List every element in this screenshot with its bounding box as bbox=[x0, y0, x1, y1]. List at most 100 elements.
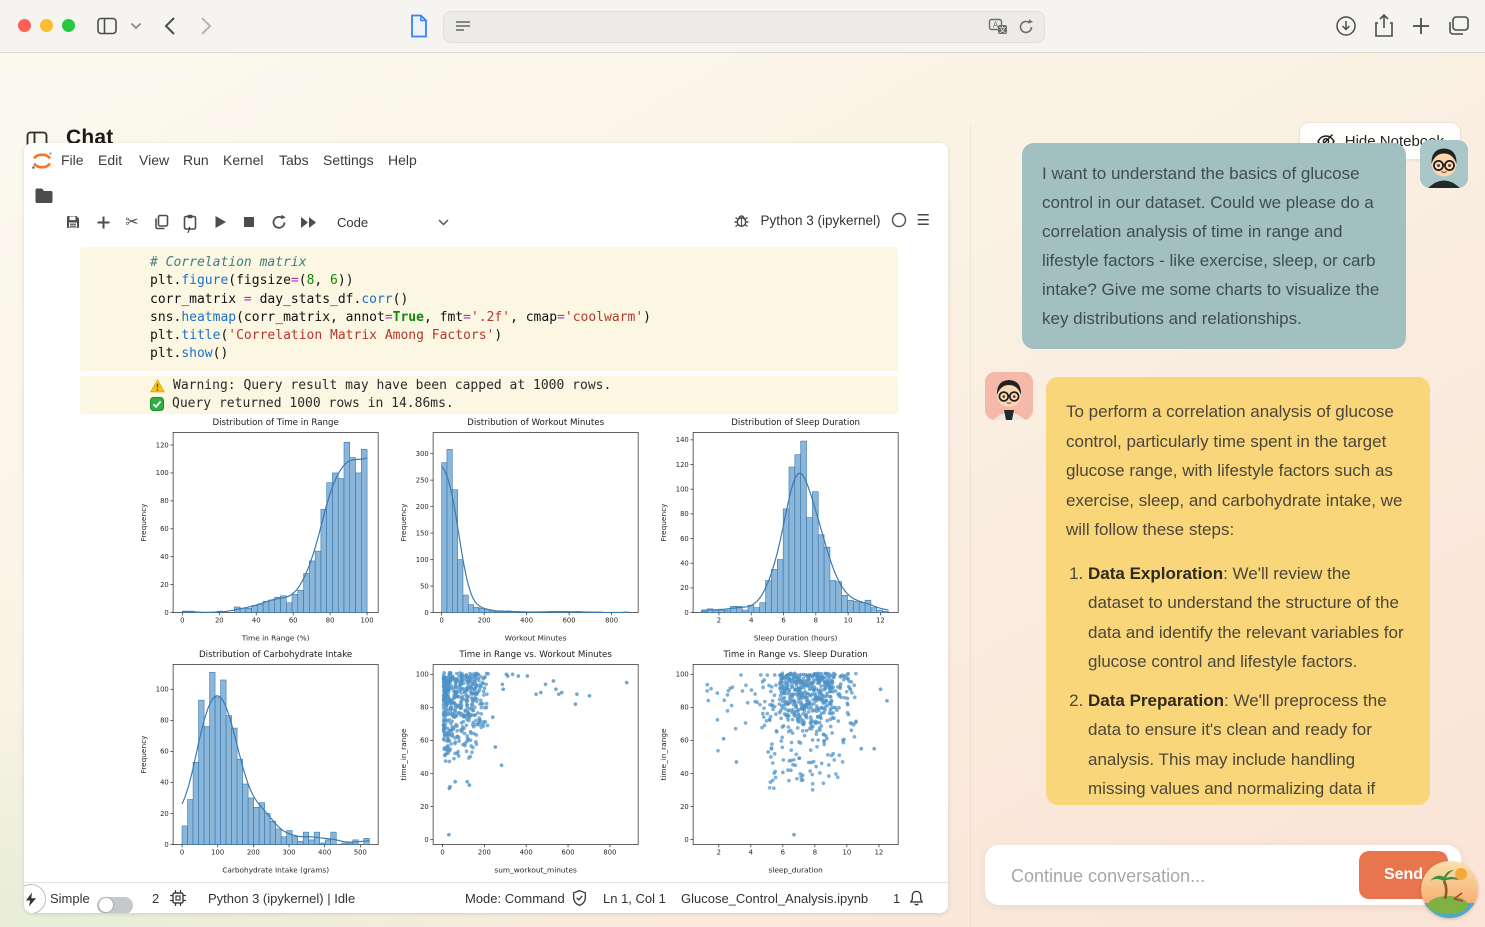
cursor-position[interactable]: Ln 1, Col 1 bbox=[603, 883, 666, 913]
clipped-cell-fragment: ) bbox=[185, 227, 193, 236]
cut-icon[interactable]: ✂ bbox=[121, 211, 143, 233]
add-cell-icon[interactable] bbox=[92, 211, 114, 233]
cell-type-value: Code bbox=[337, 215, 368, 230]
menu-kernel[interactable]: Kernel bbox=[223, 152, 263, 168]
svg-text:40: 40 bbox=[252, 616, 261, 624]
chevron-down-icon bbox=[438, 219, 449, 226]
assistant-message-intro: To perform a correlation analysis of glu… bbox=[1066, 397, 1410, 545]
copy-icon[interactable] bbox=[150, 211, 172, 233]
svg-text:400: 400 bbox=[520, 616, 533, 624]
close-window-button[interactable] bbox=[18, 19, 31, 32]
svg-text:4: 4 bbox=[749, 848, 753, 856]
svg-text:0: 0 bbox=[439, 616, 443, 624]
svg-text:40: 40 bbox=[680, 770, 689, 778]
user-avatar-face bbox=[1420, 140, 1468, 188]
assistant-avatar-face bbox=[985, 372, 1033, 420]
kernel-status-icon[interactable] bbox=[891, 212, 907, 228]
svg-text:0: 0 bbox=[180, 848, 184, 856]
run-icon[interactable] bbox=[209, 211, 231, 233]
svg-text:80: 80 bbox=[420, 704, 429, 712]
svg-text:100: 100 bbox=[676, 485, 689, 493]
svg-text:Workout Minutes: Workout Minutes bbox=[505, 634, 567, 643]
svg-text:800: 800 bbox=[605, 616, 618, 624]
bell-icon[interactable] bbox=[908, 889, 925, 907]
kernel-status-text[interactable]: Python 3 (ipykernel) | Idle bbox=[208, 883, 355, 913]
folder-icon[interactable] bbox=[34, 187, 54, 204]
svg-text:0: 0 bbox=[164, 841, 168, 849]
cell-type-dropdown[interactable]: Code bbox=[333, 210, 453, 234]
svg-text:Time in Range (%): Time in Range (%) bbox=[241, 634, 310, 643]
svg-text:120: 120 bbox=[676, 461, 689, 469]
chart-tir-vs-sleep-scatter: 24681012020406080100Time in Range vs. Sl… bbox=[656, 646, 906, 876]
forward-icon[interactable] bbox=[199, 16, 213, 36]
simple-mode-toggle[interactable] bbox=[97, 897, 133, 914]
user-avatar bbox=[1420, 140, 1468, 188]
cell-output-messages: Warning: Query result may have been capp… bbox=[80, 376, 898, 414]
svg-text:40: 40 bbox=[680, 559, 689, 567]
notebook-filename[interactable]: Glucose_Control_Analysis.ipynb bbox=[681, 883, 868, 913]
reader-icon[interactable] bbox=[454, 19, 472, 35]
svg-text:80: 80 bbox=[680, 704, 689, 712]
kernel-count: 2 bbox=[152, 883, 159, 913]
svg-text:60: 60 bbox=[680, 535, 689, 543]
svg-text:200: 200 bbox=[416, 503, 429, 511]
svg-text:6: 6 bbox=[781, 616, 785, 624]
svg-text:40: 40 bbox=[160, 553, 169, 561]
svg-text:0: 0 bbox=[164, 609, 168, 617]
menu-tabs[interactable]: Tabs bbox=[279, 152, 309, 168]
menu-edit[interactable]: Edit bbox=[98, 152, 122, 168]
menu-file[interactable]: File bbox=[61, 152, 84, 168]
svg-text:Time in Range vs. Sleep Durati: Time in Range vs. Sleep Duration bbox=[722, 650, 867, 660]
cpu-icon[interactable] bbox=[169, 889, 187, 907]
save-icon[interactable] bbox=[62, 211, 84, 233]
debugger-bug-icon[interactable] bbox=[733, 212, 750, 229]
chevron-down-icon[interactable] bbox=[130, 22, 142, 30]
svg-text:100: 100 bbox=[156, 469, 169, 477]
shield-check-icon[interactable] bbox=[571, 889, 588, 907]
chat-input-field[interactable] bbox=[1009, 845, 1333, 907]
minimize-window-button[interactable] bbox=[40, 19, 53, 32]
mode-indicator[interactable]: Mode: Command bbox=[465, 883, 565, 913]
svg-text:2: 2 bbox=[717, 848, 721, 856]
charts-output: 020406080100020406080100120Distribution … bbox=[136, 414, 906, 876]
toolbar-menu-icon[interactable]: ☰ bbox=[917, 211, 930, 229]
svg-text:80: 80 bbox=[680, 510, 689, 518]
success-icon bbox=[150, 397, 164, 411]
menu-view[interactable]: View bbox=[139, 152, 169, 168]
svg-text:4: 4 bbox=[749, 616, 753, 624]
run-all-icon[interactable] bbox=[297, 211, 319, 233]
kernel-name[interactable]: Python 3 (ipykernel) bbox=[760, 213, 880, 228]
url-bar[interactable]: A 文 bbox=[443, 11, 1045, 43]
svg-text:20: 20 bbox=[680, 584, 689, 592]
notebook-toolbar: ✂ Code bbox=[24, 206, 948, 238]
svg-text:800: 800 bbox=[603, 848, 616, 856]
svg-text:8: 8 bbox=[813, 848, 817, 856]
menu-run[interactable]: Run bbox=[183, 152, 209, 168]
quick-actions-button[interactable] bbox=[24, 884, 46, 913]
restart-kernel-icon[interactable] bbox=[268, 211, 290, 233]
sidebar-icon[interactable] bbox=[96, 15, 118, 37]
svg-text:100: 100 bbox=[211, 848, 224, 856]
svg-text:20: 20 bbox=[160, 810, 169, 818]
svg-text:8: 8 bbox=[814, 616, 818, 624]
notebook-menubar: File Edit View Run Kernel Tabs Settings … bbox=[24, 147, 948, 175]
document-icon[interactable] bbox=[408, 13, 430, 39]
svg-text:150: 150 bbox=[416, 529, 429, 537]
stop-icon[interactable] bbox=[238, 211, 260, 233]
svg-text:300: 300 bbox=[282, 848, 295, 856]
chat-input-bar: Send bbox=[985, 845, 1461, 905]
svg-text:50: 50 bbox=[420, 582, 429, 590]
svg-text:120: 120 bbox=[156, 441, 169, 449]
svg-text:100: 100 bbox=[361, 616, 374, 624]
simple-mode-label: Simple bbox=[50, 883, 90, 913]
svg-text:time_in_range: time_in_range bbox=[659, 728, 668, 781]
svg-text:80: 80 bbox=[326, 616, 335, 624]
code-cell[interactable]: # Correlation matrixplt.figure(figsize=(… bbox=[80, 247, 898, 371]
zoom-window-button[interactable] bbox=[62, 19, 75, 32]
menu-settings[interactable]: Settings bbox=[323, 152, 374, 168]
chart-sleep-duration-histogram: 24681012020406080100120140Distribution o… bbox=[656, 414, 906, 644]
back-icon[interactable] bbox=[163, 16, 177, 36]
svg-text:10: 10 bbox=[843, 848, 852, 856]
svg-text:400: 400 bbox=[318, 848, 331, 856]
menu-help[interactable]: Help bbox=[388, 152, 417, 168]
